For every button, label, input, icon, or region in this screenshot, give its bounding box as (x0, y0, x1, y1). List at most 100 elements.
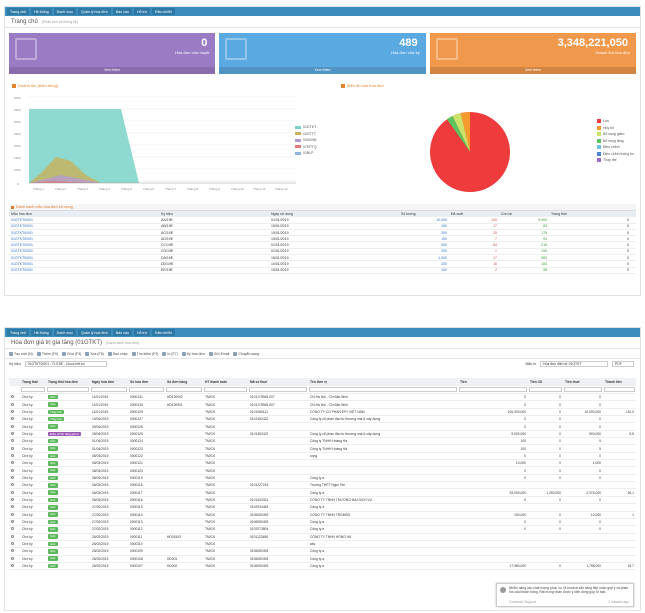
radio-icon[interactable] (11, 497, 14, 501)
toolbar-button[interactable]: Sửa (F3) (62, 351, 81, 356)
template-link[interactable]: 01GTKT0/001 (9, 249, 159, 253)
column-filter-input[interactable] (458, 387, 528, 392)
row-select-radio[interactable] (9, 564, 20, 568)
card-more-link[interactable]: Xem thêm (9, 67, 216, 74)
radio-icon[interactable] (11, 505, 14, 509)
column-filter-input[interactable] (603, 387, 636, 392)
nav-item[interactable]: Danh mục (53, 8, 77, 15)
row-select-radio[interactable] (9, 417, 20, 421)
filter-box[interactable] (309, 387, 457, 392)
column-header[interactable]: Số đơn hàng (165, 380, 203, 384)
row-select-radio[interactable] (9, 520, 20, 524)
column-header[interactable]: Còn lại (499, 212, 549, 216)
column-header[interactable]: Ngày sử dụng (269, 212, 399, 216)
toolbar-button[interactable]: Tìm kiếm (F3) (131, 351, 158, 356)
filter-box[interactable] (459, 387, 527, 392)
nav-item[interactable]: Trang chủ (7, 8, 30, 15)
table-row[interactable]: Chờ ký Gốc 27/02/2019 0000113 TM/CK 010605049… (9, 519, 636, 527)
row-select-radio[interactable] (9, 490, 20, 495)
column-header[interactable]: Trạng thái (20, 380, 46, 384)
row-select-radio[interactable] (9, 483, 20, 487)
template-link[interactable]: 01GTKT0/001 (9, 224, 159, 228)
row-select-radio[interactable] (9, 461, 20, 465)
table-row[interactable]: Chờ ký Gốc 01/04/2019 0000123 TM/CK Công ty T… (9, 445, 636, 453)
table-row[interactable]: Chờ ký Gốc 01/04/2019 0000124 TM/CK Công ty T… (9, 438, 636, 446)
table-row[interactable]: Chờ ký Gốc 08/03/2019 0000120 TM/CK 0 0 0 (9, 467, 636, 475)
card-more-link[interactable]: Xem thêm (219, 67, 426, 74)
table-row[interactable]: Chờ ký Gốc 26/02/2019 0000108 HD001 TM/CK 0106… (9, 556, 636, 563)
column-header[interactable]: Thành tiền (603, 380, 636, 384)
toolbar-button[interactable]: Tạo mới (N) (9, 351, 33, 356)
column-header[interactable]: Ký hiệu (159, 212, 269, 216)
filter-box[interactable] (249, 387, 307, 392)
radio-icon[interactable] (11, 402, 14, 406)
row-select-radio[interactable] (9, 497, 20, 502)
row-select-radio[interactable] (9, 409, 20, 414)
table-row[interactable]: Chờ ký Gốc 11/01/2019 0000131 HD120902 TM/CK 0… (9, 394, 636, 402)
toolbar-button[interactable]: Thêm (F9) (36, 351, 58, 356)
radio-icon[interactable] (11, 409, 14, 413)
column-header[interactable]: Số lượng (399, 212, 449, 216)
table-row[interactable]: Chờ ký Gốc 06/03/2019 0000117 TM/CK Công ty a… (9, 489, 636, 497)
radio-icon[interactable] (11, 483, 14, 487)
column-filter-input[interactable] (128, 387, 165, 392)
radio-icon[interactable] (11, 564, 14, 568)
template-link[interactable]: 01GTKT0/001 (9, 262, 159, 266)
table-row[interactable]: Chờ ký Gốc 26/02/2019 0000111 HD01542 TM/CK 01… (9, 534, 636, 541)
table-row[interactable]: Chờ ký Gốc 11/01/2019 0000130 HD120901 TM/CK 0… (9, 401, 636, 409)
radio-icon[interactable] (11, 446, 14, 450)
filter-box[interactable] (47, 387, 89, 392)
table-row[interactable]: Chờ ký Gốc 06/03/2019 0000116 TM/CK 010143432… (9, 497, 636, 505)
nav-item[interactable]: Quản lý hóa đơn (78, 8, 111, 15)
toolbar-button[interactable]: Xóa (F8) (85, 351, 104, 356)
toolbar-button[interactable]: Ký hóa đơn (181, 351, 205, 356)
column-header[interactable]: Ngày hóa đơn (90, 380, 128, 384)
row-select-radio[interactable] (9, 468, 20, 473)
nav-item[interactable]: Hệ thống (31, 8, 52, 15)
table-row[interactable]: Chờ ký Gốc 09/04/2019 0000126 TM/CK 0 0 0 (9, 423, 636, 431)
toolbar-button[interactable]: Gửi Email (208, 351, 229, 356)
column-header[interactable]: Trang thái (549, 212, 631, 216)
radio-icon[interactable] (11, 527, 14, 531)
nav-item[interactable]: Hỗ trợ (133, 329, 151, 336)
filter-box[interactable] (91, 387, 127, 392)
row-select-radio[interactable] (9, 542, 20, 546)
row-select-radio[interactable] (9, 549, 20, 553)
toolbar-button[interactable]: Chuyển sang (233, 351, 259, 356)
radio-icon[interactable] (11, 468, 14, 472)
row-select-radio[interactable] (9, 475, 20, 480)
column-header[interactable]: Mẫu hóa đơn (9, 212, 159, 216)
template-link[interactable]: 01GTKT0/001 (9, 237, 159, 241)
radio-icon[interactable] (11, 461, 14, 465)
column-filter-input[interactable] (46, 387, 90, 392)
row-select-radio[interactable] (9, 424, 20, 429)
column-filter-input[interactable] (563, 387, 603, 392)
radio-icon[interactable] (11, 424, 14, 428)
radio-icon[interactable] (11, 542, 14, 546)
template-link[interactable]: 01GTKT0/001 (9, 231, 159, 235)
column-filter-input[interactable] (90, 387, 128, 392)
radio-icon[interactable] (11, 417, 14, 421)
table-row[interactable]: Chờ ký Gốc 08/03/2019 0000119 TM/CK Công ty a… (9, 475, 636, 483)
row-select-radio[interactable] (9, 527, 20, 531)
nav-item[interactable]: Hỗ trợ (133, 8, 151, 15)
column-header[interactable]: Tên đơn vị (308, 380, 458, 384)
column-header[interactable]: Đã xuất (449, 212, 499, 216)
column-header[interactable]: Tiền CK (528, 380, 563, 384)
radio-icon[interactable] (11, 556, 14, 560)
template-link[interactable]: 01GTKT0/001 (9, 256, 159, 260)
filter-box[interactable] (564, 387, 602, 392)
toolbar-button[interactable]: In (F7) (162, 351, 178, 356)
symbol-select[interactable]: 01GTKT0/001 - TL/19E - Chưa hết số (24, 360, 107, 367)
column-header[interactable]: HT thanh toán (203, 380, 248, 384)
filter-box[interactable] (604, 387, 635, 392)
radio-icon[interactable] (11, 395, 14, 399)
row-select-radio[interactable] (9, 556, 20, 561)
column-header[interactable]: Số hóa đơn (128, 380, 165, 384)
table-row[interactable]: Chờ ký Gốc 27/02/2019 0000114 TM/CK 010605049… (9, 512, 636, 519)
radio-icon[interactable] (11, 512, 14, 516)
radio-icon[interactable] (11, 475, 14, 479)
nav-item[interactable]: Điều khiển (152, 8, 176, 15)
row-select-radio[interactable] (9, 446, 20, 451)
radio-icon[interactable] (11, 534, 14, 538)
